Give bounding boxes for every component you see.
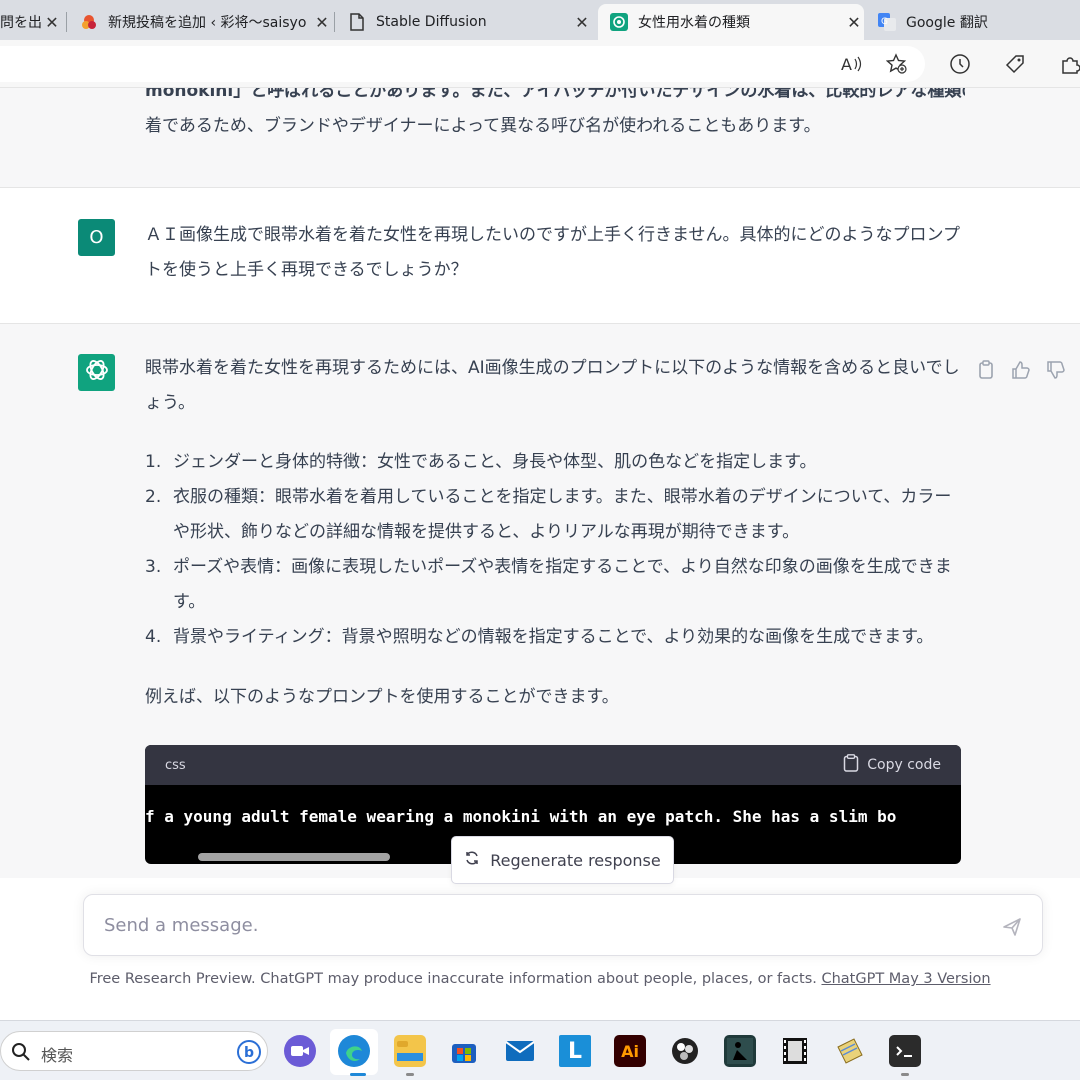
code-header: css Copy code <box>145 745 961 785</box>
list-text: ポーズや表情：画像に表現したいポーズや表情を指定することで、より自然な印象の画像… <box>173 557 952 612</box>
tips-list: 1. ジェンダーと身体的特徴：女性であること、身長や体型、肌の色などを指定します。… <box>145 445 965 655</box>
tab-chatgpt-active[interactable]: 女性用水着の種類 ✕ <box>598 4 864 40</box>
copy-icon[interactable] <box>976 360 996 380</box>
edge-icon[interactable] <box>338 1035 370 1067</box>
google-translate-icon: G <box>878 13 896 31</box>
list-number: 1. <box>145 452 162 472</box>
message-text: ＡＩ画像生成で眼帯水着を着た女性を再現したいのですが上手く行きません。具体的にど… <box>145 225 960 280</box>
active-indicator <box>350 1073 366 1076</box>
list-number: 3. <box>145 557 162 577</box>
list-item: 4. 背景やライティング：背景や照明などの情報を指定することで、より効果的な画像を… <box>145 620 965 655</box>
message-intro: 眼帯水着を着た女性を再現するためには、AI画像生成のプロンプトに以下のような情報… <box>145 358 960 413</box>
app-l-label: L <box>567 1038 583 1064</box>
regenerate-label: Regenerate response <box>490 850 661 870</box>
tab-google-translate[interactable]: G Google 翻訳 <box>866 4 1080 40</box>
message-input[interactable]: Send a message. <box>83 894 1043 956</box>
tab-title: Google 翻訳 <box>906 15 988 31</box>
windows-taskbar: 検索 b L Ai <box>0 1020 1080 1080</box>
version-link[interactable]: ChatGPT May 3 Version <box>821 971 990 987</box>
running-indicator <box>901 1073 909 1076</box>
tab-title: Stable Diffusion <box>376 14 487 30</box>
address-bar[interactable] <box>0 46 925 82</box>
taskbar-search-placeholder: 検索 <box>41 1046 74 1065</box>
copy-code-button[interactable]: Copy code <box>843 754 941 776</box>
thumbs-down-icon[interactable] <box>1046 360 1066 380</box>
message-text: monokini」と呼ばれることがあります。また、アイパッチが付いたデザインの水… <box>145 88 965 144</box>
horizontal-scrollbar[interactable] <box>198 853 390 861</box>
copy-code-label: Copy code <box>867 757 941 773</box>
send-icon[interactable] <box>1002 917 1022 937</box>
search-icon <box>11 1042 31 1066</box>
clipboard-icon <box>843 754 859 776</box>
close-icon[interactable]: ✕ <box>844 13 864 32</box>
close-icon[interactable]: ✕ <box>312 13 332 32</box>
assistant-message-previous: monokini」と呼ばれることがあります。また、アイパッチが付いたデザインの水… <box>0 88 1080 188</box>
bing-icon: b <box>237 1040 261 1068</box>
illustrator-label: Ai <box>621 1041 639 1061</box>
illustrator-icon[interactable]: Ai <box>614 1035 646 1067</box>
read-aloud-icon[interactable]: A <box>840 52 864 76</box>
input-placeholder: Send a message. <box>104 915 259 936</box>
store-icon[interactable] <box>448 1035 480 1067</box>
code-text: f a young adult female wearing a monokin… <box>145 807 897 826</box>
tab-new-post[interactable]: 新規投稿を追加 ‹ 彩将〜saisyo ✕ <box>68 4 332 40</box>
meet-icon[interactable] <box>284 1035 316 1067</box>
reader-icon[interactable] <box>724 1035 756 1067</box>
browser-tab-strip: 問を出 ✕ 新規投稿を追加 ‹ 彩将〜saisyo ✕ Stable Diffu… <box>0 0 1080 40</box>
svg-text:A: A <box>841 55 852 74</box>
svg-text:b: b <box>244 1045 254 1061</box>
obs-icon[interactable] <box>669 1035 701 1067</box>
file-explorer-icon[interactable] <box>394 1035 426 1067</box>
list-text: ジェンダーと身体的特徴：女性であること、身長や体型、肌の色などを指定します。 <box>173 452 817 472</box>
tab-title: 新規投稿を追加 ‹ 彩将〜saisyo <box>108 15 307 31</box>
tab-separator <box>334 12 335 32</box>
add-favorite-icon[interactable] <box>885 52 909 76</box>
example-intro: 例えば、以下のようなプロンプトを使用することができます。 <box>145 687 619 707</box>
site-logo-icon <box>80 13 98 31</box>
code-language: css <box>165 757 186 773</box>
list-text: 衣服の種類：眼帯水着を着用していることを指定します。また、眼帯水着のデザインにつ… <box>173 487 952 542</box>
coupon-icon[interactable] <box>1003 52 1027 76</box>
list-text: 背景やライティング：背景や照明などの情報を指定することで、より効果的な画像を生成… <box>173 627 934 647</box>
chat-thread: monokini」と呼ばれることがあります。また、アイパッチが付いたデザインの水… <box>0 88 1080 1020</box>
tab-stable-diffusion[interactable]: Stable Diffusion ✕ <box>336 4 592 40</box>
tab-title: 女性用水着の種類 <box>638 15 750 31</box>
tab-partial[interactable]: 問を出 ✕ <box>0 4 62 40</box>
list-number: 2. <box>145 487 162 507</box>
extensions-icon[interactable] <box>1058 52 1080 76</box>
list-item: 1. ジェンダーと身体的特徴：女性であること、身長や体型、肌の色などを指定します。 <box>145 445 965 480</box>
app-l-icon[interactable]: L <box>559 1035 591 1067</box>
film-icon[interactable] <box>779 1035 811 1067</box>
browser-toolbar: A <box>0 40 1080 88</box>
close-icon[interactable]: ✕ <box>42 13 62 32</box>
thumbs-up-icon[interactable] <box>1011 360 1031 380</box>
chatgpt-icon <box>610 13 628 31</box>
chatgpt-logo-icon <box>84 357 110 388</box>
message-text: 眼帯水着を着た女性を再現するためには、AI画像生成のプロンプトに以下のような情報… <box>145 351 965 715</box>
notes-icon[interactable] <box>834 1035 866 1067</box>
regenerate-button[interactable]: Regenerate response <box>451 836 674 884</box>
close-icon[interactable]: ✕ <box>572 13 592 32</box>
taskbar-search[interactable]: 検索 b <box>0 1031 268 1071</box>
refresh-icon <box>464 850 480 870</box>
svg-text:G: G <box>881 17 888 27</box>
document-icon <box>348 13 366 31</box>
running-indicator <box>406 1073 414 1076</box>
disclaimer-footer: Free Research Preview. ChatGPT may produ… <box>0 971 1080 987</box>
mail-icon[interactable] <box>504 1035 536 1067</box>
terminal-icon[interactable] <box>889 1035 921 1067</box>
user-message: O ＡＩ画像生成で眼帯水着を着た女性を再現したいのですが上手く行きません。具体的… <box>0 188 1080 324</box>
tab-title: 問を出 <box>0 15 42 31</box>
message-line: monokini」と呼ばれることがあります。また、アイパッチが付いたデザインの水… <box>145 88 965 101</box>
list-item: 3. ポーズや表情：画像に表現したいポーズや表情を指定することで、より自然な印象の… <box>145 550 965 620</box>
user-avatar: O <box>78 219 115 256</box>
disclaimer-text: Free Research Preview. ChatGPT may produ… <box>89 971 822 987</box>
tab-separator <box>66 12 67 32</box>
list-item: 2. 衣服の種類：眼帯水着を着用していることを指定します。また、眼帯水着のデザイン… <box>145 480 965 550</box>
message-line: 着であるため、ブランドやデザイナーによって異なる呼び名が使われることもあります。 <box>145 116 821 136</box>
chatgpt-avatar <box>78 354 115 391</box>
list-number: 4. <box>145 627 162 647</box>
history-icon[interactable] <box>948 52 972 76</box>
